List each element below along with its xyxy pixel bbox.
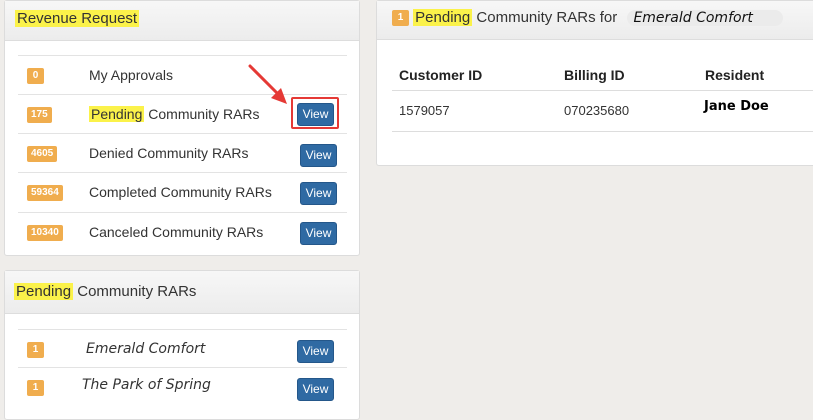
column-header: Billing ID: [564, 67, 625, 83]
resident-cell: Jane Doe: [704, 99, 769, 114]
pending-detail-panel: 1 Pending Community RARs for Emerald Com…: [376, 0, 813, 166]
list-item-denied: 4605 Denied Community RARs View: [18, 133, 347, 172]
title-rest: Community RARs for: [472, 9, 618, 26]
panel-title: Revenue Request: [15, 10, 140, 27]
column-header: Resident: [705, 67, 765, 83]
count-badge: 59364: [27, 185, 63, 201]
community-list: 1 Emerald Comfort View 1 The Park of Spr…: [18, 329, 347, 419]
count-badge: 1: [27, 342, 44, 358]
view-community-button[interactable]: View: [297, 340, 334, 363]
view-pending-button[interactable]: View: [297, 103, 334, 126]
count-badge: 175: [27, 107, 52, 123]
count-badge: 4605: [27, 146, 58, 162]
title-highlight: Pending: [413, 9, 473, 26]
item-label: Completed Community RARs: [89, 184, 272, 200]
label-rest: Community RARs: [144, 106, 260, 122]
list-item-completed: 59364 Completed Community RARs View: [18, 172, 347, 211]
count-badge: 10340: [27, 225, 63, 241]
community-name: Emerald Comfort: [627, 10, 783, 26]
item-label: Pending Community RARs: [89, 106, 260, 122]
list-item-community: 1 Emerald Comfort View: [18, 329, 347, 367]
list-item-canceled: 10340 Canceled Community RARs View: [18, 212, 347, 251]
title-highlight: Pending: [14, 283, 74, 300]
annotation-arrow-icon: [248, 64, 287, 104]
count-badge: 1: [392, 10, 409, 26]
pending-community-header: Pending Community RARs: [5, 271, 359, 314]
title-rest: Community RARs: [73, 283, 197, 300]
count-badge: 0: [27, 68, 44, 84]
billing-id-cell: 070235680: [564, 103, 630, 118]
view-canceled-button[interactable]: View: [300, 222, 337, 245]
community-name: Emerald Comfort: [86, 341, 206, 357]
revenue-request-header: Revenue Request: [5, 1, 359, 41]
pending-community-panel: Pending Community RARs 1 Emerald Comfort…: [4, 270, 360, 420]
community-name: The Park of Spring: [82, 377, 211, 393]
view-completed-button[interactable]: View: [300, 182, 337, 205]
revenue-request-panel: Revenue Request 0 My Approvals 175 Pendi…: [4, 0, 360, 256]
detail-header: 1 Pending Community RARs for Emerald Com…: [377, 1, 813, 40]
view-community-button[interactable]: View: [297, 378, 334, 401]
item-label: Canceled Community RARs: [89, 224, 264, 240]
item-label[interactable]: My Approvals: [89, 67, 173, 83]
view-denied-button[interactable]: View: [300, 144, 337, 167]
list-item-my-approvals[interactable]: 0 My Approvals: [18, 55, 347, 94]
revenue-list: 0 My Approvals 175 Pending Community RAR…: [18, 55, 347, 251]
label-highlight: Pending: [89, 106, 145, 122]
column-header: Customer ID: [399, 67, 483, 83]
count-badge: 1: [27, 380, 44, 396]
list-item-community: 1 The Park of Spring View: [18, 367, 347, 407]
customer-id-cell: 1579057: [399, 103, 450, 118]
list-item-pending: 175 Pending Community RARs View: [18, 94, 347, 133]
item-label: Denied Community RARs: [89, 145, 249, 161]
